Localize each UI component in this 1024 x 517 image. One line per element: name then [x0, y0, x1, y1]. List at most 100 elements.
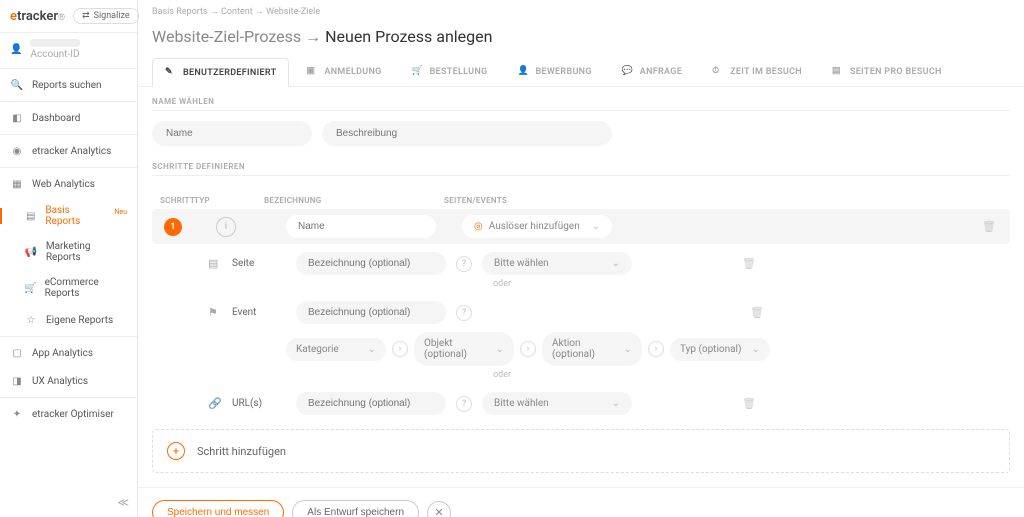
chevron-down-icon: ⌄ [496, 344, 504, 355]
user-icon: 👤 [10, 44, 22, 55]
aktion-select[interactable]: Aktion (optional)⌄ [542, 332, 642, 366]
clock-icon: ⏱ [712, 66, 724, 78]
chevron-down-icon: ⌄ [752, 344, 760, 355]
sidebar-item-eigene[interactable]: ☆Eigene Reports [0, 306, 137, 334]
footer-actions: Speichern und messen Als Entwurf speiche… [138, 487, 1024, 517]
chevron-down-icon: ⌄ [368, 344, 376, 355]
cancel-button[interactable]: ✕ [427, 501, 451, 517]
sidebar-header: etracker® ⇄Signalize [0, 0, 137, 33]
section-label-name: NAME WÄHLEN [152, 97, 1010, 111]
tab-zeit[interactable]: ⏱ZEIT IM BESUCH [699, 57, 815, 86]
neu-badge: Neu [114, 208, 127, 216]
step-type-urls: 🔗 URL(s) ? Bitte wählen⌄ 🗑 [152, 384, 1010, 415]
objekt-select[interactable]: Objekt (optional)⌄ [414, 332, 514, 366]
separator-oder: oder [352, 366, 652, 384]
seite-select[interactable]: Bitte wählen⌄ [482, 252, 632, 275]
page-icon: ▤ [208, 257, 222, 270]
step-number-badge: 1 [164, 218, 182, 236]
save-draft-button[interactable]: Als Entwurf speichern [292, 500, 419, 517]
chevron-down-icon: ⌄ [612, 398, 620, 409]
help-icon[interactable]: ? [456, 396, 472, 412]
column-headers: SCHRITT TYP BEZEICHNUNG SEITEN/EVENTS [152, 192, 1010, 209]
page-title: Website-Ziel-Prozess → Neuen Prozess anl… [138, 23, 1024, 57]
info-icon[interactable]: i [216, 217, 236, 237]
step-type-seite: ▤ Seite ? Bitte wählen⌄ 🗑 [152, 244, 1010, 275]
custom-icon: ☆ [24, 313, 38, 327]
tab-bestellung[interactable]: 🛒BESTELLUNG [399, 57, 501, 86]
search-icon: 🔍 [10, 78, 24, 92]
steps-area: SCHRITT TYP BEZEICHNUNG SEITEN/EVENTS 1 … [138, 192, 1024, 415]
sidebar-item-marketing[interactable]: 📢Marketing Reports [0, 234, 137, 270]
typ-select[interactable]: Typ (optional)⌄ [670, 338, 770, 361]
sidebar-item-search[interactable]: 🔍Reports suchen [0, 71, 137, 99]
signup-icon: ▣ [306, 66, 318, 78]
chat-icon: 💬 [622, 66, 634, 78]
link-icon: 🔗 [208, 397, 222, 410]
add-trigger-button[interactable]: ◎Auslöser hinzufügen⌄ [462, 215, 612, 238]
tabs: ✎BENUTZERDEFINIERT ▣ANMELDUNG 🛒BESTELLUN… [138, 57, 1024, 87]
app-icon: ▢ [10, 346, 24, 360]
step-name-input[interactable] [286, 215, 436, 238]
sidebar-item-dashboard[interactable]: ◧Dashboard [0, 104, 137, 132]
description-input[interactable] [322, 121, 612, 146]
event-detail-row: Kategorie⌄ › Objekt (optional)⌄ › Aktion… [152, 324, 1010, 366]
tab-anmeldung[interactable]: ▣ANMELDUNG [293, 57, 394, 86]
urls-select[interactable]: Bitte wählen⌄ [482, 392, 632, 415]
sidebar-item-ux-analytics[interactable]: ◨UX Analytics [0, 367, 137, 395]
plus-icon: + [167, 442, 185, 460]
signalize-button[interactable]: ⇄Signalize [73, 8, 139, 24]
tab-bewerbung[interactable]: 👤BEWERBUNG [504, 57, 604, 86]
arrow-icon: › [520, 341, 536, 357]
urls-bezeichnung-input[interactable] [296, 392, 446, 415]
reports-icon: ▤ [24, 209, 37, 223]
help-icon[interactable]: ? [456, 256, 472, 272]
type-label-urls: URL(s) [232, 398, 286, 409]
breadcrumb[interactable]: Basis Reports → Content → Website-Ziele [138, 0, 1024, 23]
ux-icon: ◨ [10, 374, 24, 388]
type-label-event: Event [232, 307, 286, 318]
tab-user-defined[interactable]: ✎BENUTZERDEFINIERT [152, 58, 289, 87]
delete-row-icon[interactable]: 🗑 [742, 397, 756, 410]
sidebar-collapse[interactable]: ≪ [0, 488, 137, 517]
sidebar-item-web-analytics[interactable]: ▦Web Analytics [0, 170, 137, 198]
delete-step-icon[interactable]: 🗑 [974, 216, 1004, 237]
analytics-icon: ◉ [10, 144, 24, 158]
step-row-1: 1 i ◎Auslöser hinzufügen⌄ 🗑 [152, 209, 1010, 244]
help-icon[interactable]: ? [456, 305, 472, 321]
brand-logo: etracker® [10, 9, 65, 24]
step-type-event: ⚑ Event ? 🗑 [152, 293, 1010, 324]
main-content: Basis Reports → Content → Website-Ziele … [138, 0, 1024, 517]
cart-icon: 🛒 [412, 66, 424, 78]
apply-icon: 👤 [517, 66, 529, 78]
account-block[interactable]: 👤 Account-ID [0, 33, 137, 66]
ecommerce-icon: 🛒 [24, 281, 37, 295]
delete-row-icon[interactable]: 🗑 [750, 306, 764, 319]
sidebar-item-ecommerce[interactable]: 🛒eCommerce Reports [0, 270, 137, 306]
kategorie-select[interactable]: Kategorie⌄ [286, 338, 386, 361]
event-bezeichnung-input[interactable] [296, 301, 446, 324]
delete-row-icon[interactable]: 🗑 [742, 257, 756, 270]
optimiser-icon: ✦ [10, 407, 24, 421]
tab-anfrage[interactable]: 💬ANFRAGE [609, 57, 695, 86]
name-input[interactable] [152, 121, 312, 146]
sidebar-item-app-analytics[interactable]: ▢App Analytics [0, 339, 137, 367]
separator-oder: oder [352, 275, 652, 293]
chevron-down-icon: ⌄ [612, 258, 620, 269]
tab-seiten[interactable]: ▤SEITEN PRO BESUCH [819, 57, 955, 86]
section-schritte: SCHRITTE DEFINIEREN [138, 152, 1024, 192]
sidebar-item-basis-reports[interactable]: ▤Basis ReportsNeu [0, 198, 137, 234]
arrow-icon: › [392, 341, 408, 357]
type-label-seite: Seite [232, 258, 286, 269]
seite-bezeichnung-input[interactable] [296, 252, 446, 275]
save-and-measure-button[interactable]: Speichern und messen [152, 500, 284, 517]
sidebar-item-optimiser[interactable]: ✦etracker Optimiser [0, 400, 137, 428]
sidebar-item-analytics[interactable]: ◉etracker Analytics [0, 137, 137, 165]
web-icon: ▦ [10, 177, 24, 191]
flag-icon: ⚑ [208, 306, 222, 319]
arrow-icon: › [648, 341, 664, 357]
section-name-waehlen: NAME WÄHLEN [138, 87, 1024, 152]
add-step-button[interactable]: + Schritt hinzufügen [152, 429, 1010, 473]
target-icon: ◎ [474, 221, 483, 232]
chevron-down-icon: ⌄ [592, 221, 600, 232]
sidebar: etracker® ⇄Signalize 👤 Account-ID 🔍Repor… [0, 0, 138, 517]
